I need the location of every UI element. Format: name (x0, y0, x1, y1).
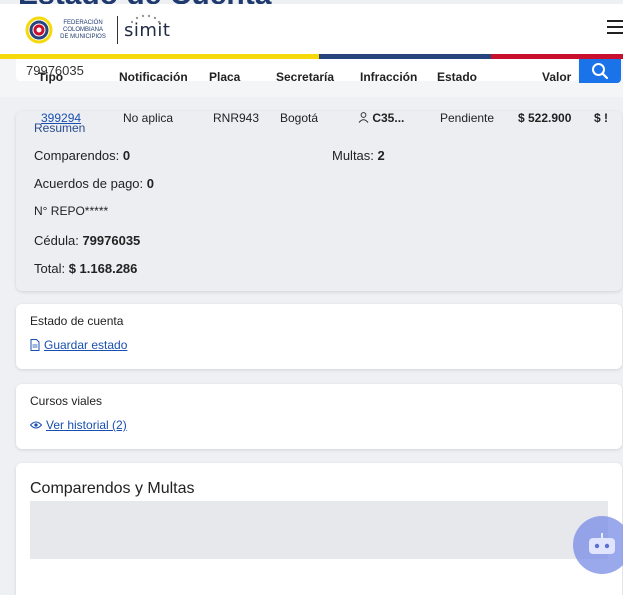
acuerdos-value: 0 (146, 176, 154, 191)
acuerdos-label: Acuerdos de pago: (34, 176, 144, 191)
estado-cuenta-card: Estado de cuenta Guardar estado (16, 304, 622, 369)
document-icon (30, 339, 40, 351)
ver-historial-link[interactable]: Ver historial (2) (30, 418, 127, 432)
total-value: $ 1.168.286 (68, 261, 138, 276)
cursos-viales-card: Cursos viales Ver historial (2) (16, 384, 622, 449)
fcm-logo-icon (25, 16, 53, 44)
search-icon (592, 63, 609, 80)
guardar-estado-link[interactable]: Guardar estado (30, 338, 127, 352)
cedula-summary: Cédula: 79976035 (34, 233, 140, 248)
col-estado[interactable]: Estado (437, 70, 477, 84)
col-valor[interactable]: Valor (542, 70, 571, 84)
table-header (30, 501, 608, 559)
total-summary: Total: $ 1.168.286 (34, 261, 137, 276)
repo-label: N° REPO***** (34, 204, 109, 218)
total-label: Total: (34, 261, 66, 276)
col-tipo[interactable]: Tipo (38, 70, 63, 84)
hamburger-icon[interactable] (607, 20, 623, 38)
comparendos-summary: Comparendos: 0 (34, 148, 130, 163)
simit-dots-icon (130, 14, 161, 23)
multas-label: Multas: (332, 148, 374, 163)
cedula-label: Cédula: (34, 233, 79, 248)
cedula-value: 79976035 (82, 233, 141, 248)
comparendos-value: 0 (122, 148, 131, 163)
guardar-estado-label: Guardar estado (44, 338, 128, 352)
site-header: FEDERACIÓN COLOMBIANA DE MUNICIPIOS simi… (0, 4, 623, 54)
multas-summary: Multas: 2 (332, 148, 385, 163)
search-button[interactable] (579, 59, 621, 83)
chatbot-icon (589, 533, 615, 554)
eye-icon (30, 421, 42, 429)
col-infraccion[interactable]: Infracción (360, 70, 417, 84)
fcm-text: FEDERACIÓN COLOMBIANA DE MUNICIPIOS (57, 20, 109, 41)
estado-cuenta-title: Estado de cuenta (30, 314, 124, 328)
logo-divider (117, 16, 118, 44)
multas-value: 2 (377, 148, 385, 163)
row-secretaria: Bogotá (280, 111, 319, 125)
col-notificacion[interactable]: Notificación (119, 70, 188, 84)
simit-brand: simit (124, 14, 170, 41)
fcm-simit-logo[interactable]: FEDERACIÓN COLOMBIANA DE MUNICIPIOS simi… (25, 12, 170, 48)
acuerdos-summary: Acuerdos de pago: 0 (34, 176, 154, 191)
cursos-viales-title: Cursos viales (30, 394, 103, 408)
comparendos-card: Comparendos y Multas (16, 463, 622, 595)
row-valor: $ 522.900 (518, 111, 572, 125)
fcm-line-1: FEDERACIÓN (63, 19, 103, 26)
col-secretaria[interactable]: Secretaría (276, 70, 334, 84)
row-placa: RNR943 (213, 111, 260, 125)
comparendos-label: Comparendos: (34, 148, 120, 163)
chatbot-button[interactable] (573, 516, 623, 574)
summary-card: Resumen Comparendos: 0 Multas: 2 Acuerdo… (16, 111, 622, 291)
row-infraccion[interactable]: C35... (358, 111, 404, 125)
row-tipo-link[interactable]: 399294 (41, 111, 81, 125)
ver-historial-label: Ver historial (2) (46, 418, 127, 432)
row-estado: Pendiente (440, 111, 495, 125)
row-infraccion-code: C35... (372, 111, 405, 125)
row-notificacion: No aplica (123, 111, 174, 125)
row-extra: $ ! (594, 111, 609, 125)
col-placa[interactable]: Placa (209, 70, 240, 84)
fcm-line-2: COLOMBIANA (62, 26, 103, 33)
comparendos-title: Comparendos y Multas (30, 480, 195, 497)
fcm-line-3: DE MUNICIPIOS (60, 33, 106, 40)
person-icon (358, 112, 369, 123)
